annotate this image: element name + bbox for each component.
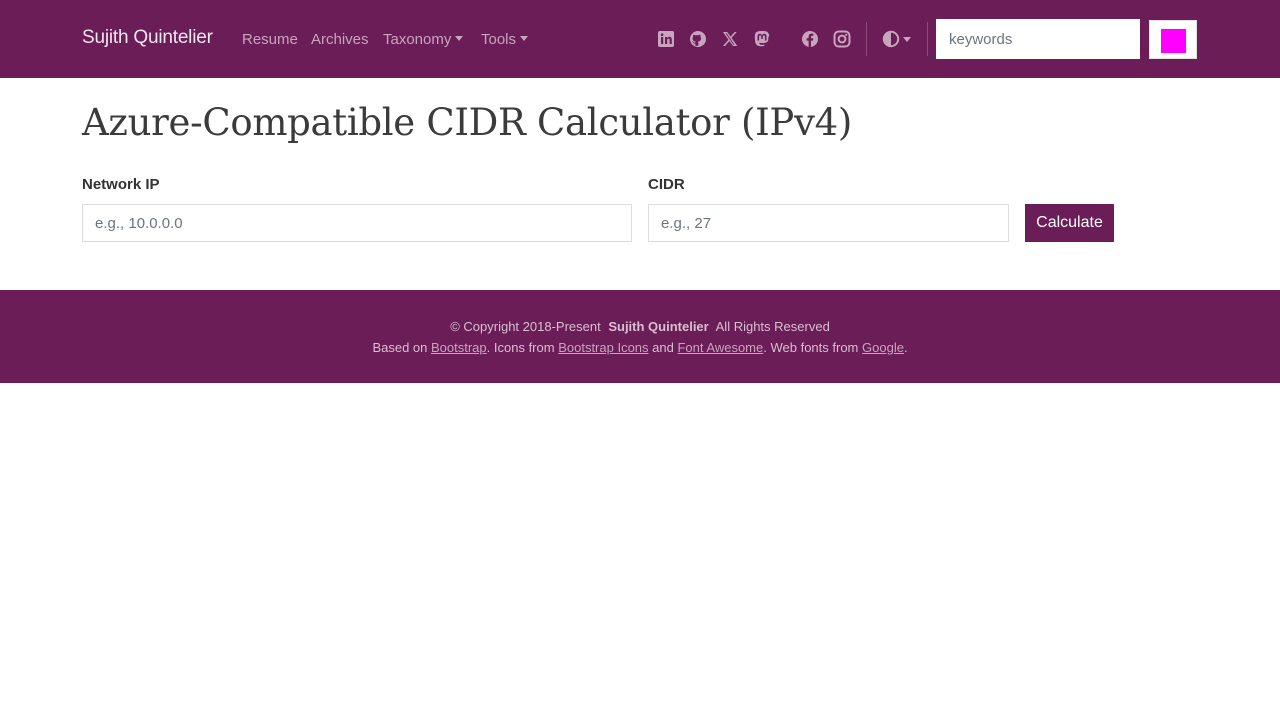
credits-text: . Web fonts from (763, 340, 859, 355)
x-twitter-icon[interactable] (721, 30, 739, 48)
page-title: Azure-Compatible CIDR Calculator (IPv4) (82, 101, 852, 144)
nav-link-resume[interactable]: Resume (242, 31, 298, 48)
calculate-button[interactable]: Calculate (1025, 204, 1114, 242)
bootstrap-link[interactable]: Bootstrap (431, 340, 487, 355)
navbar-divider (927, 22, 928, 56)
network-ip-input[interactable] (82, 204, 632, 242)
copyright-text: © Copyright 2018-Present (450, 319, 601, 334)
footer-credits: Based on Bootstrap. Icons from Bootstrap… (0, 340, 1280, 355)
theme-toggle-button[interactable] (882, 30, 912, 48)
copyright-owner: Sujith Quintelier (608, 319, 709, 334)
facebook-icon[interactable] (801, 30, 819, 48)
github-icon[interactable] (689, 30, 707, 48)
caret-down-icon (520, 35, 529, 41)
nav-link-label: Tools (481, 31, 517, 48)
credits-text: and (652, 340, 674, 355)
top-navbar: Sujith Quintelier Resume Archives Taxono… (0, 0, 1280, 78)
network-ip-label: Network IP (82, 176, 160, 193)
credits-text: . (903, 340, 908, 355)
caret-down-icon (455, 35, 464, 41)
footer-copyright: © Copyright 2018-Present Sujith Quinteli… (0, 319, 1280, 334)
search-input[interactable] (936, 19, 1140, 59)
caret-down-icon (903, 37, 911, 42)
credits-text: . Icons from (486, 340, 555, 355)
nav-dropdown-tools[interactable]: Tools (481, 31, 529, 48)
footer: © Copyright 2018-Present Sujith Quinteli… (0, 290, 1280, 383)
cidr-label: CIDR (648, 176, 685, 193)
nav-link-label: Taxonomy (383, 31, 452, 48)
nav-dropdown-taxonomy[interactable]: Taxonomy (383, 31, 464, 48)
bootstrap-icons-link[interactable]: Bootstrap Icons (558, 340, 648, 355)
linkedin-icon[interactable] (657, 30, 675, 48)
instagram-icon[interactable] (833, 30, 851, 48)
navbar-divider (866, 22, 867, 56)
brand-link[interactable]: Sujith Quintelier (82, 27, 213, 49)
nav-link-label: Resume (242, 31, 298, 48)
search-button-swatch (1161, 29, 1186, 53)
contrast-icon (882, 30, 900, 48)
nav-link-archives[interactable]: Archives (311, 31, 369, 48)
credits-text: Based on (372, 340, 428, 355)
mastodon-icon[interactable] (753, 30, 771, 48)
search-button[interactable] (1149, 20, 1197, 59)
font-awesome-link[interactable]: Font Awesome (677, 340, 763, 355)
nav-link-label: Archives (311, 31, 369, 48)
google-link[interactable]: Google (862, 340, 904, 355)
rights-text: All Rights Reserved (715, 319, 830, 334)
cidr-input[interactable] (648, 204, 1009, 242)
